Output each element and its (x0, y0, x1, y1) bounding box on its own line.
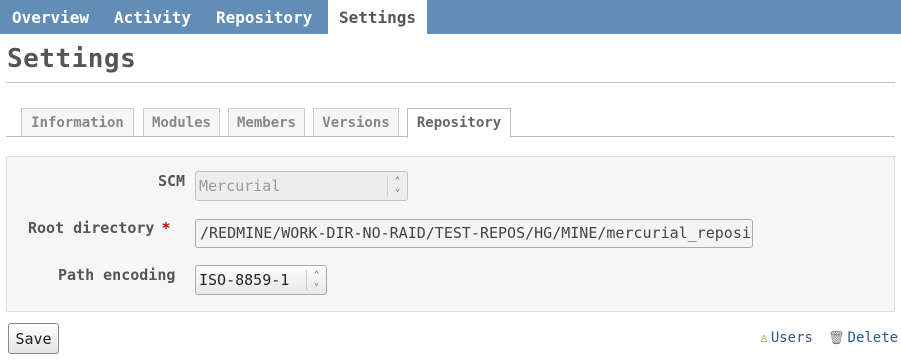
users-link[interactable]: ♙ Users (760, 330, 813, 346)
settings-tab-versions[interactable]: Versions (313, 108, 399, 137)
settings-tab-repository[interactable]: Repository (407, 108, 511, 138)
path-encoding-value: ISO-8859-1 (199, 271, 290, 289)
path-encoding-select[interactable]: ISO-8859-1 ⌃ ⌄ (195, 265, 327, 295)
trash-icon: 🗑︎ (828, 331, 845, 346)
tab-settings[interactable]: Settings (328, 0, 428, 34)
title-divider (6, 82, 895, 83)
required-marker: * (161, 219, 171, 237)
page-title: Settings (7, 44, 137, 74)
tab-repository[interactable]: Repository (216, 0, 312, 34)
scm-select[interactable]: Mercurial ⌃ ⌄ (195, 171, 408, 201)
save-button[interactable]: Save (8, 323, 59, 354)
tab-activity[interactable]: Activity (114, 0, 191, 34)
delete-link[interactable]: 🗑︎ Delete (828, 330, 898, 346)
root-directory-field[interactable]: /REDMINE/WORK-DIR-NO-RAID/TEST-REPOS/HG/… (195, 219, 753, 248)
main-menu: Overview Activity Repository Settings (0, 0, 901, 34)
root-directory-label: Root directory * (28, 219, 171, 237)
settings-tab-members[interactable]: Members (228, 108, 305, 137)
settings-tab-information[interactable]: Information (21, 108, 134, 137)
up-down-chevron-icon: ⌃ ⌄ (306, 270, 326, 290)
settings-tab-modules[interactable]: Modules (143, 108, 220, 137)
path-encoding-label: Path encoding (58, 266, 176, 284)
scm-value: Mercurial (199, 177, 281, 195)
up-down-chevron-icon: ⌃ ⌄ (387, 176, 407, 196)
tab-overview[interactable]: Overview (12, 0, 89, 34)
users-icon: ♙ (760, 331, 768, 346)
scm-label: SCM (158, 172, 186, 190)
